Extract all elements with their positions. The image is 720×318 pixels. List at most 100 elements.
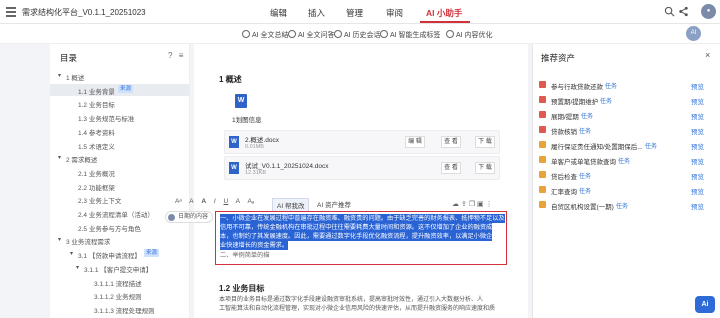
asset-item[interactable]: 汇率查询 任务 预览 bbox=[539, 183, 715, 197]
search-icon[interactable] bbox=[664, 6, 675, 17]
block-handle[interactable]: 日期的内容 bbox=[165, 211, 213, 223]
underline-button[interactable]: U bbox=[224, 198, 229, 205]
ai-avatar[interactable]: AI bbox=[686, 26, 701, 41]
document-title: 需求结构化平台_V0.1.1_20251023 bbox=[22, 8, 146, 17]
outline-item[interactable]: 2.3 业务上下文 bbox=[50, 193, 189, 205]
outline-item-label: 3.1.1 【客户提交申请】 bbox=[84, 266, 153, 274]
outline-item[interactable]: 1.2 业务目标 bbox=[50, 97, 189, 109]
copy-icon[interactable]: ❐ bbox=[469, 201, 475, 208]
outline-item-label: 2 需求概述 bbox=[66, 157, 98, 165]
ai-summary-button[interactable]: AI 全文总结 bbox=[242, 30, 289, 40]
list-icon[interactable]: ≡ bbox=[179, 51, 184, 60]
preview-link[interactable]: 预览 bbox=[691, 81, 704, 91]
ai-qa-button[interactable]: AI 全文问答 bbox=[288, 30, 335, 40]
help-icon[interactable]: ? bbox=[168, 51, 172, 60]
asset-item[interactable]: 贷款核销 任务 预览 bbox=[539, 123, 715, 137]
asset-label: 展期/提期 bbox=[551, 114, 579, 121]
outline-item[interactable]: ▾ 3.1 【贷款申请流程】 来源 bbox=[50, 248, 189, 260]
view-file-button[interactable]: 查 看 bbox=[441, 162, 461, 174]
asset-icon bbox=[539, 156, 546, 163]
asset-icon bbox=[539, 186, 546, 193]
preview-link[interactable]: 预览 bbox=[691, 186, 704, 196]
download-file-button[interactable]: 下 载 bbox=[475, 162, 495, 174]
view-file-button[interactable]: 查 看 bbox=[441, 136, 461, 148]
strike-button[interactable]: A bbox=[236, 198, 240, 205]
outline-item-label: 2.2 功能框架 bbox=[78, 184, 115, 192]
ai-history-button[interactable]: AI 历史会话 bbox=[334, 30, 381, 40]
selected-line: 本，也制约了其发展速度。因此，需要通过数字化手段优化融资流程，提升融资效率，以满… bbox=[220, 232, 493, 241]
outline-item[interactable]: 1.5 术语定义 bbox=[50, 139, 189, 151]
paragraph-line: 工智能算法和自动化流程管理，实现对小微企业信用风险的快速评估，从而提升融资服务的… bbox=[219, 306, 496, 312]
menu-icon[interactable] bbox=[6, 7, 16, 17]
asset-tag: 任务 bbox=[616, 204, 629, 210]
asset-item[interactable]: 自贸区机构设置(一期) 任务 预览 bbox=[539, 198, 715, 212]
outline-item[interactable]: 1.4 参考资料 bbox=[50, 125, 189, 137]
ai-summary-icon bbox=[242, 30, 250, 38]
italic-button[interactable]: I bbox=[214, 198, 216, 205]
image-icon[interactable]: ▣ bbox=[477, 201, 484, 208]
outline-item[interactable]: ▾ 3.1.1 【客户提交申请】 bbox=[50, 262, 189, 274]
outline-item[interactable]: 3.1.1.3 流程处理规则 bbox=[50, 303, 189, 315]
font-size-up-button[interactable]: Aᵃ bbox=[175, 198, 182, 205]
ai-tag-icon bbox=[380, 30, 388, 38]
word-doc-icon[interactable]: W bbox=[235, 94, 247, 108]
font-size-down-button[interactable]: Aₐ bbox=[247, 198, 254, 205]
ai-rewrite-button[interactable]: AI 帮我改 bbox=[272, 198, 310, 212]
edit-file-button[interactable]: 编 辑 bbox=[405, 136, 425, 148]
source-tag: 来源 bbox=[144, 249, 160, 258]
preview-link[interactable]: 预览 bbox=[691, 96, 704, 106]
caret-down-icon[interactable]: ▾ bbox=[58, 72, 61, 79]
asset-item[interactable]: 贷后检查 任务 预览 bbox=[539, 168, 715, 182]
share-icon[interactable] bbox=[678, 6, 689, 17]
upload-icon[interactable]: ⇪ bbox=[461, 201, 467, 208]
caret-down-icon[interactable]: ▾ bbox=[76, 264, 79, 271]
selected-text-block[interactable]: 一、小微企业在发展过程中普遍存在融资难、融资贵的问题。由于缺乏完善的财务报表、抵… bbox=[215, 211, 507, 265]
preview-link[interactable]: 预览 bbox=[691, 141, 704, 151]
caret-down-icon[interactable]: ▾ bbox=[58, 154, 61, 161]
ai-tag-button[interactable]: AI 智能生成标签 bbox=[380, 30, 441, 40]
caret-down-icon[interactable]: ▾ bbox=[70, 250, 73, 257]
preview-link[interactable]: 预览 bbox=[691, 111, 704, 121]
download-file-button[interactable]: 下 载 bbox=[475, 136, 495, 148]
asset-item[interactable]: 单客户或单笔贷款查询 任务 预览 bbox=[539, 153, 715, 167]
asset-tag: 任务 bbox=[618, 159, 631, 165]
file-name: 试试_V0.1.1_20251024.docx bbox=[245, 163, 329, 170]
outline-item[interactable]: ▾ 3 业务流程需求 bbox=[50, 234, 189, 246]
preview-link[interactable]: 预览 bbox=[691, 126, 704, 136]
outline-item[interactable]: 3.1.1.2 业务规则 bbox=[50, 289, 189, 301]
preview-link[interactable]: 预览 bbox=[691, 201, 704, 211]
asset-item[interactable]: 参与行政贷款还款 任务 预览 bbox=[539, 78, 715, 92]
font-color-button[interactable]: A bbox=[189, 198, 193, 205]
user-avatar[interactable]: ● bbox=[701, 4, 716, 19]
asset-item[interactable]: 展期/提期 任务 预览 bbox=[539, 108, 715, 122]
close-icon[interactable]: × bbox=[705, 50, 710, 60]
asset-item[interactable]: 预置期/提期维护 任务 预览 bbox=[539, 93, 715, 107]
heading-overview: 1 概述 bbox=[219, 75, 242, 84]
asset-item[interactable]: 履行保证责任通知/处置期保后... 任务 预览 bbox=[539, 138, 715, 152]
menu-edit[interactable]: 编辑 bbox=[270, 7, 287, 19]
file-card: W 试试_V0.1.1_20251024.docx 12.31KB 查 看 下 … bbox=[224, 156, 500, 180]
outline-item[interactable]: 2.2 功能框架 bbox=[50, 180, 189, 192]
menu-ai-assistant[interactable]: AI 小助手 bbox=[426, 7, 462, 19]
menu-manage[interactable]: 管理 bbox=[346, 7, 363, 19]
more-icon[interactable]: ⋮ bbox=[486, 201, 493, 208]
asset-tag: 任务 bbox=[579, 174, 592, 180]
outline-item[interactable]: 1.1 业务背景 来源 bbox=[50, 83, 189, 96]
outline-item[interactable]: 2.1 业务概况 bbox=[50, 166, 189, 178]
bold-button[interactable]: A bbox=[201, 198, 206, 205]
outline-item[interactable]: ▾ 2 需求概述 bbox=[50, 152, 189, 165]
ai-optimize-button[interactable]: AI 内容优化 bbox=[446, 30, 493, 40]
preview-link[interactable]: 预览 bbox=[691, 171, 704, 181]
outline-item[interactable]: ▾ 1 概述 bbox=[50, 70, 189, 82]
caret-down-icon[interactable]: ▾ bbox=[58, 236, 61, 243]
outline-tools: ? ≡ bbox=[168, 51, 183, 60]
outline-item[interactable]: 3.1.1.1 流程描述 bbox=[50, 276, 189, 288]
ai-asset-recommend-button[interactable]: AI 资产推荐 bbox=[313, 198, 355, 210]
cloud-icon[interactable]: ☁ bbox=[452, 201, 459, 208]
ai-toolbar: AI 全文总结 AI 全文问答 AI 历史会话 AI 智能生成标签 AI 内容优… bbox=[0, 24, 720, 44]
preview-link[interactable]: 预览 bbox=[691, 156, 704, 166]
outline-item[interactable]: 1.3 业务规范与标准 bbox=[50, 111, 189, 123]
menu-review[interactable]: 审阅 bbox=[386, 7, 403, 19]
ai-assistant-float-button[interactable]: Ai bbox=[695, 296, 715, 313]
menu-insert[interactable]: 插入 bbox=[308, 7, 325, 19]
